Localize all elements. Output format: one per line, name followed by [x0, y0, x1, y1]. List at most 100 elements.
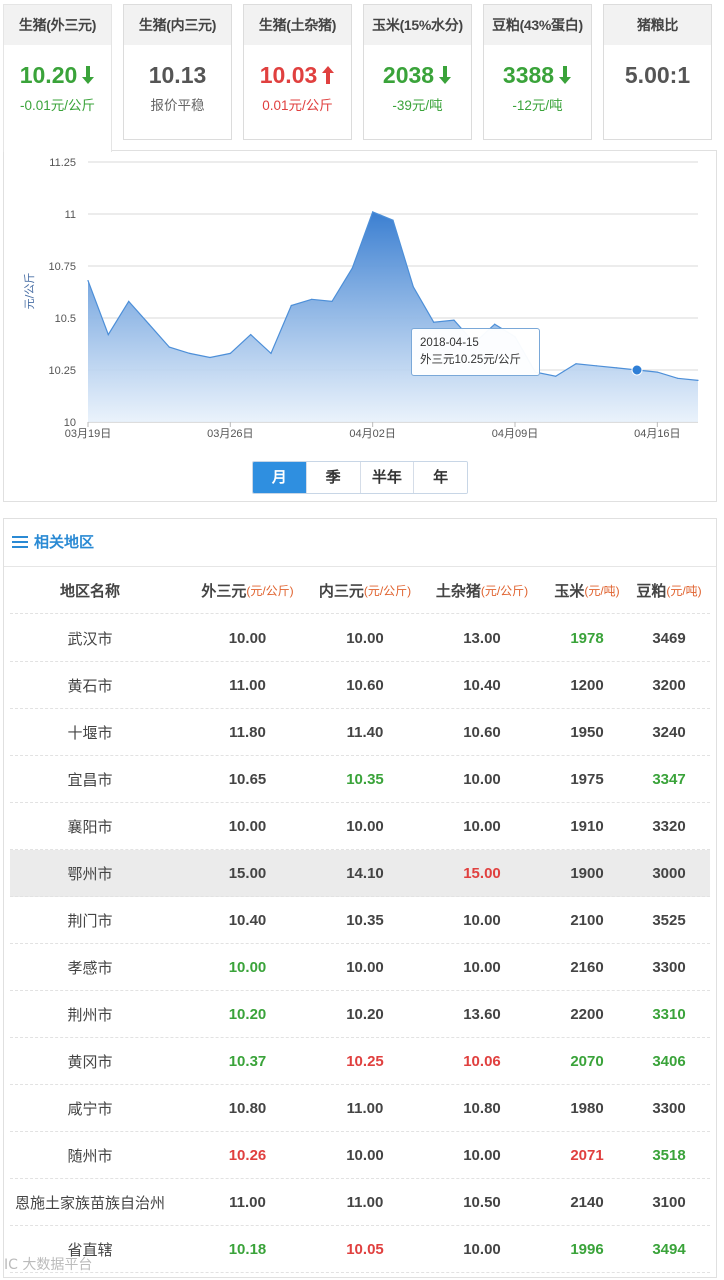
price-point — [351, 267, 353, 269]
card-change: 0.01元/公斤 — [262, 98, 333, 113]
price-point — [555, 375, 557, 377]
corn-price: 2071 — [570, 1146, 604, 1164]
table-row[interactable]: 省直辖 10.18 10.05 10.00 1996 3494 — [10, 1226, 710, 1273]
price-point — [331, 300, 333, 302]
table-row[interactable]: 鄂州市 15.00 14.10 15.00 1900 3000 — [10, 850, 710, 897]
tooltip-value: 外三元10.25元/公斤 — [420, 354, 521, 366]
price-point — [494, 323, 496, 325]
region-name: 荆门市 — [67, 912, 113, 930]
soymeal-price: 3518 — [652, 1146, 686, 1164]
corn-price: 1200 — [570, 676, 604, 694]
card-price-value: 10.03 — [259, 62, 318, 88]
x-tick-label: 04月09日 — [492, 428, 538, 440]
soymeal-price: 3100 — [652, 1193, 686, 1211]
price-chart-panel: 11.25 11 10.75 10.5 10.25 10 03月19日 03月26日 04月0… — [3, 150, 717, 502]
region-name: 随州市 — [67, 1147, 113, 1165]
table-row[interactable]: 黄冈市 10.37 10.25 10.06 2070 3406 — [10, 1038, 710, 1085]
region-title[interactable]: 相关地区 — [4, 519, 716, 567]
table-row[interactable]: 荆州市 10.20 10.20 13.60 2200 3310 — [10, 991, 710, 1038]
card-change: 报价平稳 — [150, 98, 205, 113]
soymeal-price: 3240 — [652, 723, 686, 741]
outer-three-price: 10.65 — [228, 770, 267, 788]
inner-three-price: 10.00 — [346, 1146, 384, 1164]
table-row[interactable]: 宜昌市 10.65 10.35 10.00 1975 3347 — [10, 756, 710, 803]
outer-three-price: 10.00 — [228, 958, 267, 976]
card-outer-three[interactable]: 生猪(外三元) 10.20 -0.01元/公斤 — [3, 4, 112, 152]
header-soymeal: 豆粕 (元/吨) — [636, 583, 702, 600]
range-halfyear-button[interactable]: 半年 — [360, 462, 415, 493]
table-row[interactable]: 黄石市 11.00 10.60 10.40 1200 3200 — [10, 662, 710, 709]
arrow-down-icon — [82, 66, 95, 84]
corn-price: 1910 — [570, 817, 604, 835]
watermark: IC 大数据平台 — [4, 1257, 93, 1273]
arrow-up-icon — [322, 66, 335, 84]
table-row[interactable]: 咸宁市 10.80 11.00 10.80 1980 3300 — [10, 1085, 710, 1132]
corn-price: 2100 — [570, 911, 604, 929]
range-year-button[interactable]: 年 — [414, 462, 467, 493]
price-point — [168, 346, 170, 348]
card-change: -39元/吨 — [392, 98, 443, 113]
highlight-point[interactable] — [631, 364, 643, 376]
card-pig-grain-ratio[interactable]: 猪粮比 5.00:1 — [603, 4, 712, 140]
card-price-value: 5.00:1 — [624, 62, 691, 88]
outer-three-price: 11.00 — [229, 1193, 266, 1211]
card-price-value: 10.13 — [148, 62, 207, 88]
inner-three-price: 10.35 — [346, 911, 384, 929]
table-row[interactable]: 襄阳市 10.00 10.00 10.00 1910 3320 — [10, 803, 710, 850]
price-chart[interactable]: 11.251110.7510.510.2510 03月19日 03月26日 04月0… — [4, 151, 716, 451]
price-point — [311, 298, 313, 300]
range-selector: 月 季 半年 年 — [252, 461, 468, 494]
table-row[interactable]: 武汉市 10.00 10.00 13.00 1978 3469 — [10, 615, 710, 662]
card-native-pig[interactable]: 生猪(土杂猪) 10.03 0.01元/公斤 — [243, 4, 352, 140]
region-title-text: 相关地区 — [34, 534, 95, 551]
price-point — [392, 219, 394, 221]
table-row[interactable]: 荆门市 10.40 10.35 10.00 2100 3525 — [10, 897, 710, 944]
inner-three-price: 11.00 — [346, 1099, 384, 1117]
native-pig-price: 15.00 — [463, 864, 501, 882]
x-tick-label: 03月26日 — [207, 428, 253, 440]
price-point — [290, 304, 292, 307]
card-corn[interactable]: 玉米(15%水分) 2038 -39元/吨 — [363, 4, 472, 140]
price-point — [148, 323, 150, 325]
range-month-button[interactable]: 月 — [253, 462, 307, 493]
inner-three-price: 14.10 — [346, 864, 384, 882]
soymeal-price: 3320 — [652, 817, 686, 835]
native-pig-price: 10.50 — [463, 1193, 501, 1211]
card-title: 猪粮比 — [604, 5, 711, 45]
inner-three-price: 11.40 — [346, 723, 384, 741]
native-pig-price: 10.60 — [463, 723, 501, 741]
price-point — [453, 319, 455, 321]
soymeal-price: 3347 — [652, 770, 686, 788]
native-pig-price: 10.00 — [463, 958, 501, 976]
inner-three-price: 10.60 — [346, 676, 384, 694]
outer-three-price: 11.00 — [229, 676, 266, 694]
card-title: 豆粕(43%蛋白) — [484, 5, 591, 45]
soymeal-price: 3200 — [652, 676, 686, 694]
corn-price: 1978 — [570, 629, 604, 647]
card-soymeal[interactable]: 豆粕(43%蛋白) 3388 -12元/吨 — [483, 4, 592, 140]
native-pig-price: 13.00 — [463, 629, 501, 647]
tooltip-date: 2018-04-15 — [420, 337, 479, 349]
table-row[interactable]: 孝感市 10.00 10.00 10.00 2160 3300 — [10, 944, 710, 991]
soymeal-price: 3525 — [652, 911, 686, 929]
header-region: 地区名称 — [59, 583, 120, 600]
region-name: 恩施土家族苗族自治州 — [14, 1194, 165, 1212]
card-inner-three[interactable]: 生猪(内三元) 10.13 报价平稳 — [123, 4, 232, 140]
outer-three-price: 10.26 — [228, 1146, 267, 1164]
y-axis-label: 元/公斤 — [23, 273, 36, 310]
y-tick-label: 11.25 — [49, 157, 76, 169]
corn-price: 2200 — [570, 1005, 604, 1023]
corn-price: 2140 — [570, 1193, 604, 1211]
region-name: 孝感市 — [67, 959, 113, 977]
table-row[interactable]: 十堰市 11.80 11.40 10.60 1950 3240 — [10, 709, 710, 756]
range-quarter-button[interactable]: 季 — [306, 462, 361, 493]
table-row[interactable]: 随州市 10.26 10.00 10.00 2071 3518 — [10, 1132, 710, 1179]
header-native-pig: 土杂猪 (元/公斤) — [435, 583, 529, 600]
table-row[interactable]: 恩施土家族苗族自治州 11.00 11.00 10.50 2140 3100 — [10, 1179, 710, 1226]
card-title: 生猪(土杂猪) — [244, 5, 351, 45]
inner-three-price: 10.20 — [346, 1005, 384, 1023]
arrow-down-icon — [439, 66, 452, 84]
native-pig-price: 10.00 — [463, 770, 501, 788]
card-price: 5.00:1 — [604, 60, 711, 90]
card-change: -12元/吨 — [512, 98, 563, 113]
